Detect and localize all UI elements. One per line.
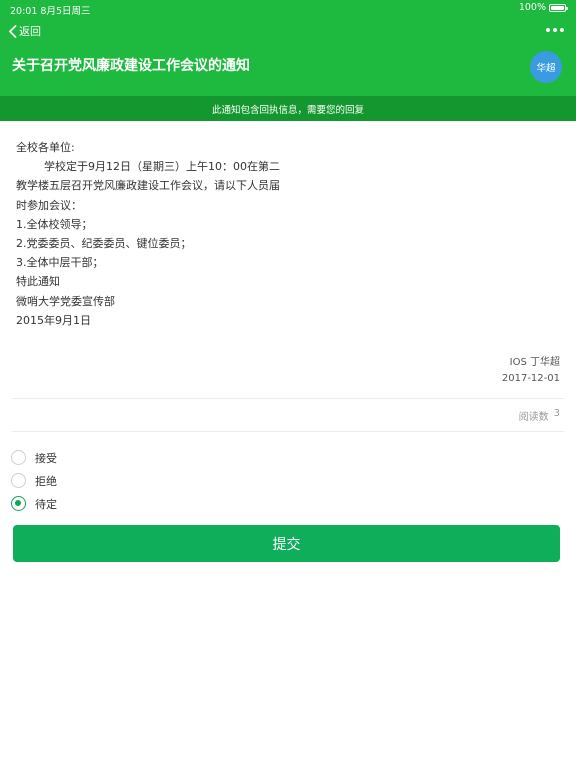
body-line: 1.全体校领导；	[16, 217, 93, 231]
body-line: 特此通知	[16, 275, 60, 289]
status-bar: 20:01 8月5日周三 100%	[0, 0, 576, 17]
body-line: 3.全体中层干部；	[16, 256, 104, 270]
option-label: 接受	[35, 451, 57, 465]
back-button[interactable]: 返回	[8, 23, 41, 39]
read-count: 阅读数 3	[519, 408, 560, 423]
notice-body: 全校各单位: 学校定于9月12日（星期三）上午10：00在第二 教学楼五层召开党…	[16, 138, 556, 330]
radio-button[interactable]	[11, 450, 26, 465]
publish-date: 2017-12-01	[501, 373, 560, 384]
radio-button[interactable]	[11, 473, 26, 488]
divider	[12, 431, 564, 432]
body-line: 学校定于9月12日（星期三）上午10：00在第二	[16, 160, 280, 174]
read-count-value: 3	[553, 408, 560, 419]
body-line: 2015年9月1日	[16, 313, 91, 327]
ellipsis-icon[interactable]	[545, 24, 565, 36]
option-label: 拒绝	[35, 474, 57, 488]
body-line: 教学楼五层召开党风廉政建设工作会议，请以下人员届	[16, 179, 280, 193]
read-count-label: 阅读数	[518, 412, 549, 423]
body-line: 全校各单位:	[16, 141, 75, 154]
body-line: 时参加会议：	[16, 198, 82, 212]
header-bar: 20:01 8月5日周三 100% 返回 关于召开党风廉政建设工作会议的通知 华…	[0, 0, 576, 96]
submit-button[interactable]: 提交	[13, 525, 560, 562]
battery-icon	[549, 3, 568, 12]
body-line: 2.党委委员、纪委委员、键位委员；	[16, 237, 192, 251]
status-time-date: 20:01 8月5日周三	[10, 6, 91, 17]
back-label: 返回	[19, 25, 41, 38]
divider	[12, 398, 564, 399]
battery-percent: 100%	[518, 2, 546, 13]
chevron-left-icon	[9, 24, 17, 38]
option-pending[interactable]: 待定	[11, 495, 57, 512]
avatar[interactable]: 华超	[530, 51, 562, 83]
option-accept[interactable]: 接受	[11, 449, 57, 466]
receipt-notice-banner: 此通知包含回执信息，需要您的回复	[0, 96, 576, 121]
author-name: IOS 丁华超	[509, 357, 560, 368]
option-label: 待定	[35, 497, 57, 511]
page-title: 关于召开党风廉政建设工作会议的通知	[12, 58, 250, 74]
radio-button[interactable]	[11, 496, 26, 511]
body-line: 微哨大学党委宣传部	[16, 294, 115, 308]
status-battery: 100%	[518, 2, 568, 13]
option-reject[interactable]: 拒绝	[11, 472, 57, 489]
